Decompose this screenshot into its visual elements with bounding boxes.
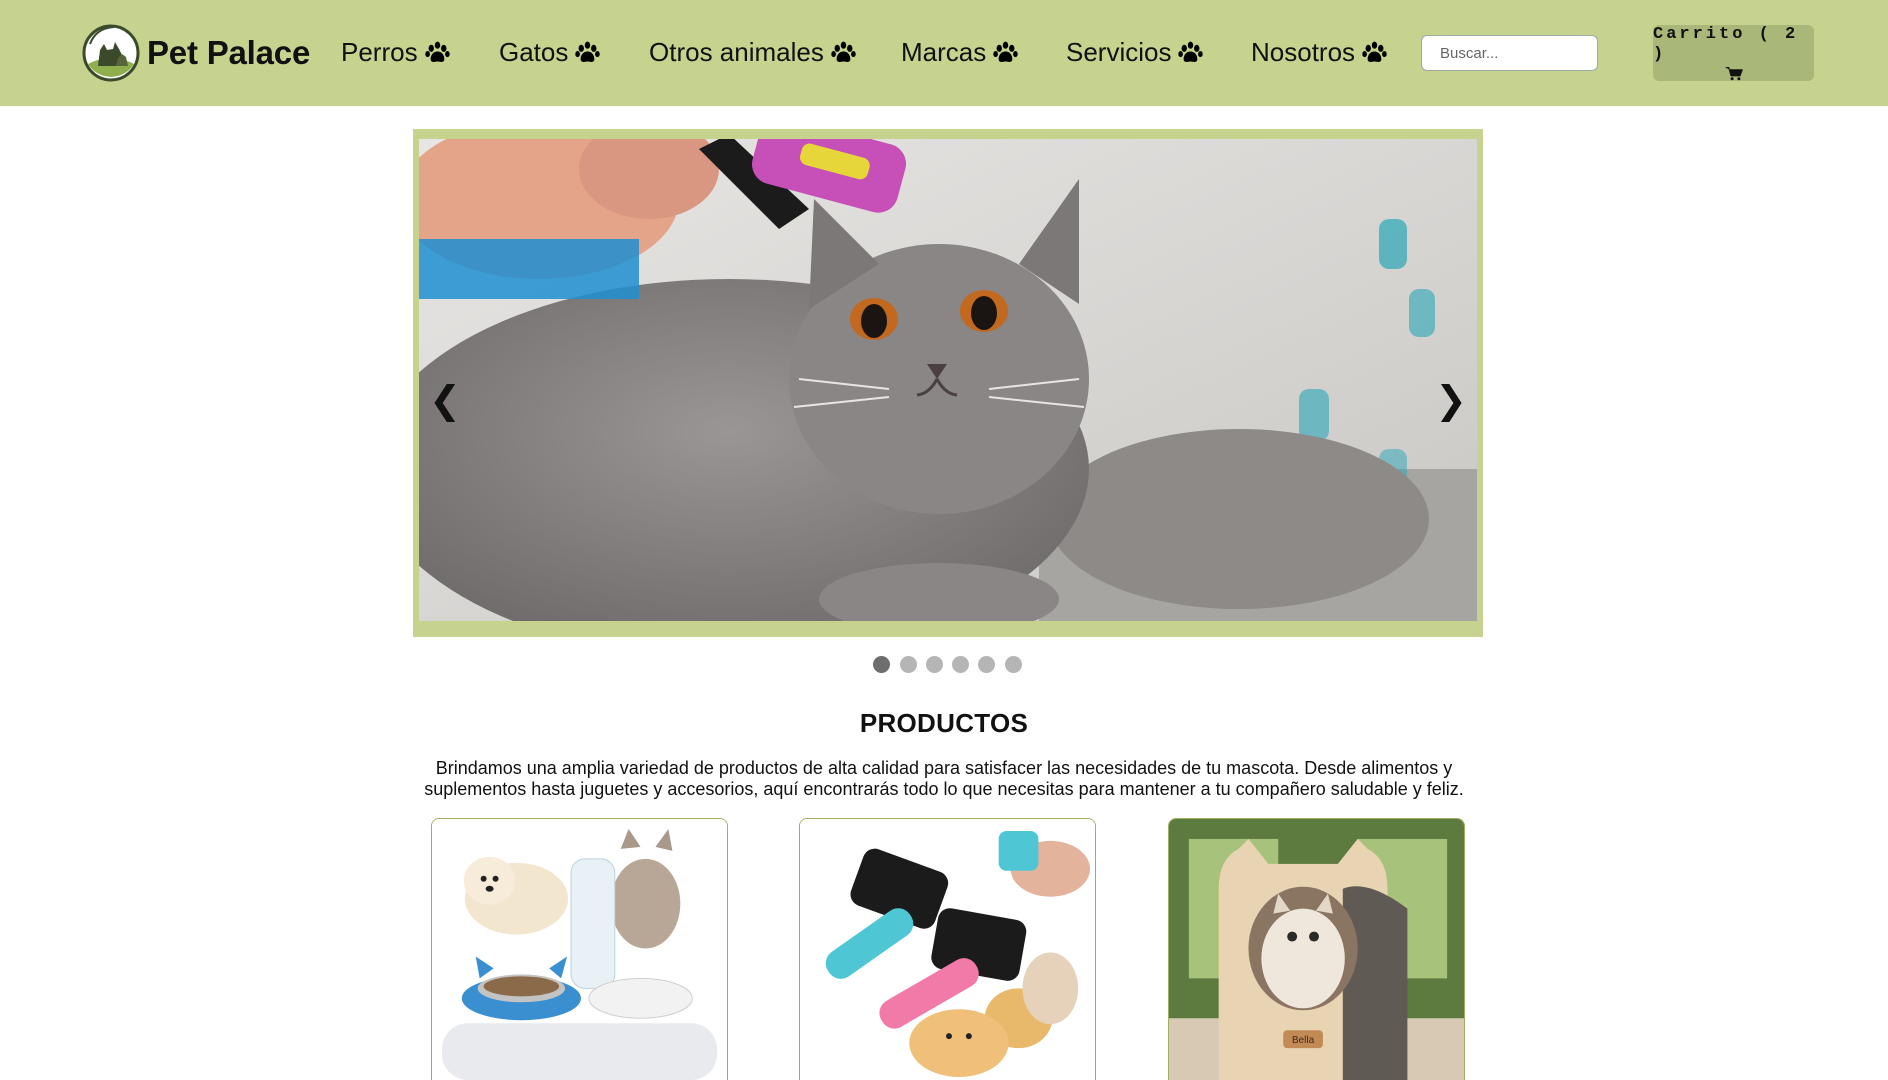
slider-next-button[interactable]: ❯ xyxy=(1433,382,1469,420)
nav-item-label: Nosotros xyxy=(1251,36,1356,67)
nav-item-nosotros[interactable]: Nosotros xyxy=(1251,34,1387,70)
nav-item-label: Perros xyxy=(341,36,418,67)
nav-item-servicios[interactable]: Servicios xyxy=(1066,34,1204,70)
slider-dot[interactable] xyxy=(926,656,943,673)
products-title: PRODUCTOS xyxy=(859,708,1029,738)
nav-item-label: Marcas xyxy=(901,36,987,67)
slider-dot[interactable] xyxy=(873,656,890,673)
product-card[interactable] xyxy=(431,818,728,1080)
cart-button[interactable]: Carrito ( 2 ) xyxy=(1653,25,1814,81)
nav-item-otros-animales[interactable]: Otros animales xyxy=(649,34,856,70)
feeder-product-image xyxy=(432,819,727,1080)
nav-item-gatos[interactable]: Gatos xyxy=(499,34,601,70)
cart-label: Carrito ( 2 ) xyxy=(1653,25,1799,64)
slider-prev-button[interactable]: ❮ xyxy=(427,382,463,420)
slider-dot[interactable] xyxy=(900,656,917,673)
shopping-cart-icon xyxy=(1725,66,1743,81)
hero-slider: ❮ ❯ xyxy=(413,129,1483,637)
paw-icon xyxy=(424,41,450,62)
nav-item-label: Otros animales xyxy=(649,36,824,67)
products-description: Brindamos una amplia variedad de product… xyxy=(424,758,1464,799)
paw-icon xyxy=(831,41,856,62)
slider-dot[interactable] xyxy=(1005,656,1022,673)
search-input[interactable] xyxy=(1421,35,1598,71)
site-header: Pet Palace Perros Gatos Otros animales M… xyxy=(0,0,1888,106)
cat-house-product-image: Bella xyxy=(1169,819,1464,1080)
paw-icon xyxy=(575,41,601,62)
main-nav: Perros Gatos Otros animales Marcas Servi… xyxy=(0,34,1888,70)
slider-dot[interactable] xyxy=(952,656,969,673)
cat-house-tag: Bella xyxy=(1292,1035,1315,1046)
paw-icon xyxy=(1178,41,1204,62)
paw-icon xyxy=(993,41,1018,62)
nav-item-label: Gatos xyxy=(499,36,569,67)
nav-item-marcas[interactable]: Marcas xyxy=(901,34,1018,70)
paw-icon xyxy=(1362,41,1387,62)
slider-dot[interactable] xyxy=(978,656,995,673)
slider-dots xyxy=(0,656,1888,674)
brush-product-image xyxy=(800,819,1095,1080)
cat-grooming-image xyxy=(419,139,1477,621)
slide-image xyxy=(419,139,1477,621)
nav-item-perros[interactable]: Perros xyxy=(341,34,450,70)
product-card[interactable] xyxy=(799,818,1096,1080)
nav-item-label: Servicios xyxy=(1066,36,1172,67)
product-card[interactable]: Bella xyxy=(1168,818,1465,1080)
